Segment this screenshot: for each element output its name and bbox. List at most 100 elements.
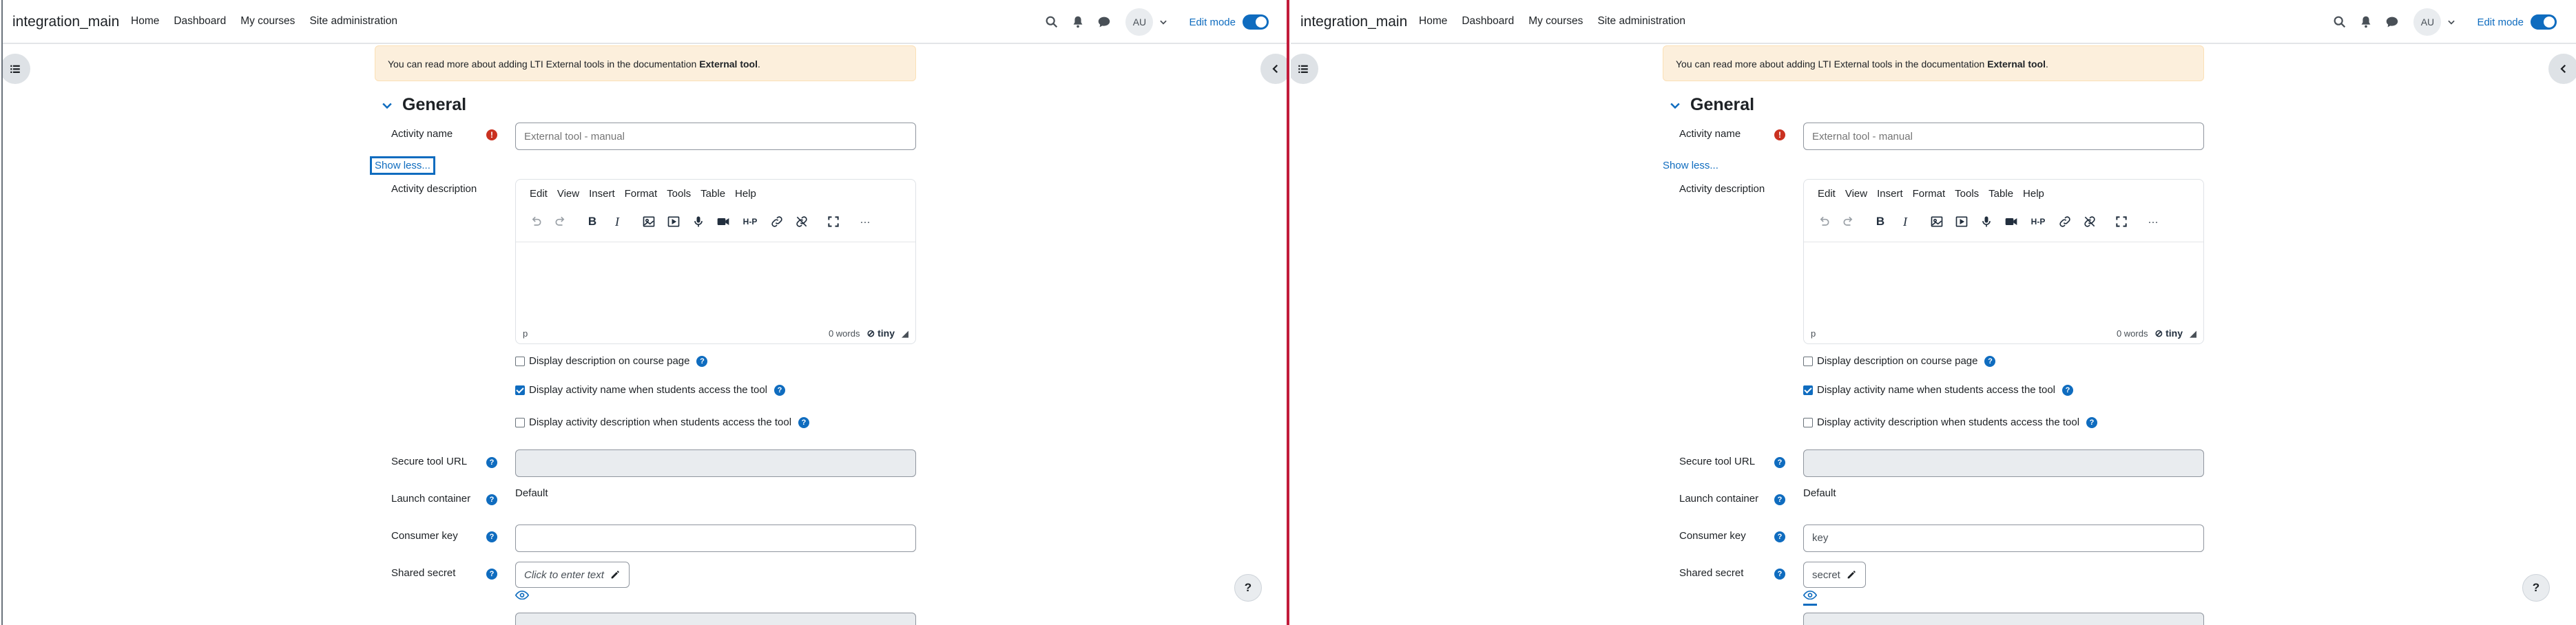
help-icon[interactable]: ? (486, 569, 497, 580)
activity-name-input[interactable] (515, 123, 916, 150)
general-section-toggle[interactable]: General (1668, 95, 1754, 115)
site-name[interactable]: integration_main (12, 14, 119, 30)
bell-icon[interactable] (1070, 14, 1086, 30)
menu-insert[interactable]: Insert (589, 188, 615, 200)
bell-icon[interactable] (2358, 14, 2374, 30)
link-icon[interactable] (769, 214, 785, 229)
help-icon[interactable]: ? (1774, 531, 1785, 542)
site-name[interactable]: integration_main (1300, 14, 1407, 30)
display-description-checkbox[interactable]: Display description on course page ? (515, 355, 708, 367)
element-path[interactable]: p (523, 328, 528, 339)
help-icon[interactable]: ? (1774, 457, 1785, 468)
fullscreen-icon[interactable] (826, 214, 841, 229)
menu-tools[interactable]: Tools (1955, 188, 1979, 200)
reveal-eye-icon[interactable] (1803, 591, 1818, 606)
help-icon[interactable]: ? (774, 384, 786, 396)
messages-icon[interactable] (2385, 14, 2400, 30)
help-icon[interactable]: ? (798, 416, 810, 428)
display-description-checkbox[interactable]: Display description on course page ? (1803, 355, 1996, 367)
menu-table[interactable]: Table (700, 188, 725, 200)
undo-icon[interactable] (528, 214, 543, 229)
shared-secret-field[interactable]: Click to enter text (515, 562, 630, 588)
h5p-icon[interactable]: H-P (2028, 214, 2048, 229)
secure-tool-url-input[interactable] (1803, 449, 2204, 477)
chevron-down-icon[interactable] (2447, 17, 2456, 27)
menu-view[interactable]: View (557, 188, 579, 200)
checkbox[interactable] (515, 417, 525, 427)
help-button[interactable]: ? (2522, 574, 2550, 602)
italic-icon[interactable]: I (610, 214, 625, 229)
nav-site-administration[interactable]: Site administration (1597, 15, 1685, 28)
search-icon[interactable] (1044, 14, 1059, 30)
checkbox[interactable] (1803, 356, 1813, 366)
redo-icon[interactable] (1841, 214, 1856, 229)
help-icon[interactable]: ? (486, 531, 497, 542)
more-icon[interactable]: ··· (858, 214, 873, 229)
bold-icon[interactable]: B (585, 214, 600, 229)
microphone-icon[interactable] (691, 214, 706, 229)
next-field-input[interactable] (1803, 613, 2204, 625)
edit-mode-toggle[interactable] (1243, 14, 1269, 30)
pencil-icon[interactable] (610, 569, 621, 580)
video-camera-icon[interactable] (716, 214, 731, 229)
user-avatar[interactable]: AU (1125, 8, 1154, 36)
next-field-input[interactable] (515, 613, 916, 625)
secure-tool-url-input[interactable] (515, 449, 916, 477)
word-count[interactable]: 0 words (2117, 328, 2148, 339)
activity-name-input[interactable] (1803, 123, 2204, 150)
link-icon[interactable] (2057, 214, 2073, 229)
notice-link[interactable]: External tool (1987, 59, 2046, 70)
nav-home[interactable]: Home (131, 15, 159, 28)
element-path[interactable]: p (1811, 328, 1816, 339)
help-icon[interactable]: ? (2086, 416, 2098, 428)
general-section-toggle[interactable]: General (380, 95, 466, 115)
resize-handle-icon[interactable]: ◢ (2190, 328, 2196, 339)
help-icon[interactable]: ? (2062, 384, 2074, 396)
resize-handle-icon[interactable]: ◢ (902, 328, 908, 339)
checkbox-checked[interactable] (1803, 385, 1813, 395)
nav-my-courses[interactable]: My courses (1528, 15, 1583, 28)
notice-link[interactable]: External tool (699, 59, 758, 70)
image-icon[interactable] (1929, 214, 1944, 229)
chevron-down-icon[interactable] (1159, 17, 1168, 27)
unlink-icon[interactable] (2082, 214, 2097, 229)
menu-format[interactable]: Format (1913, 188, 1946, 200)
display-activity-name-checkbox[interactable]: Display activity name when students acce… (1803, 384, 2074, 396)
help-icon[interactable]: ? (1984, 355, 1996, 367)
bold-icon[interactable]: B (1873, 214, 1888, 229)
display-activity-description-checkbox[interactable]: Display activity description when studen… (515, 416, 810, 428)
menu-insert[interactable]: Insert (1877, 188, 1903, 200)
h5p-icon[interactable]: H-P (740, 214, 760, 229)
edit-mode-toggle[interactable] (2531, 14, 2557, 30)
pencil-icon[interactable] (1846, 569, 1857, 580)
word-count[interactable]: 0 words (829, 328, 860, 339)
image-icon[interactable] (641, 214, 656, 229)
nav-home[interactable]: Home (1419, 15, 1447, 28)
unlink-icon[interactable] (794, 214, 809, 229)
consumer-key-input[interactable]: key (1803, 525, 2204, 552)
messages-icon[interactable] (1097, 14, 1112, 30)
media-icon[interactable] (666, 214, 681, 229)
undo-icon[interactable] (1816, 214, 1831, 229)
search-icon[interactable] (2332, 14, 2347, 30)
menu-format[interactable]: Format (625, 188, 658, 200)
show-less-link[interactable]: Show less... (370, 156, 435, 175)
menu-edit[interactable]: Edit (1818, 188, 1836, 200)
checkbox[interactable] (1803, 417, 1813, 427)
help-icon[interactable]: ? (1774, 494, 1785, 505)
nav-site-administration[interactable]: Site administration (309, 15, 397, 28)
show-less-link[interactable]: Show less... (1660, 158, 1721, 173)
shared-secret-field[interactable]: secret (1803, 562, 1866, 588)
help-icon[interactable]: ? (486, 457, 497, 468)
microphone-icon[interactable] (1979, 214, 1994, 229)
help-icon[interactable]: ? (696, 355, 708, 367)
menu-tools[interactable]: Tools (667, 188, 691, 200)
media-icon[interactable] (1954, 214, 1969, 229)
launch-container-value[interactable]: Default (515, 487, 548, 499)
nav-dashboard[interactable]: Dashboard (174, 15, 226, 28)
display-activity-name-checkbox[interactable]: Display activity name when students acce… (515, 384, 786, 396)
redo-icon[interactable] (553, 214, 568, 229)
consumer-key-input[interactable] (515, 525, 916, 552)
help-icon[interactable]: ? (486, 494, 497, 505)
help-button[interactable]: ? (1234, 574, 1262, 602)
